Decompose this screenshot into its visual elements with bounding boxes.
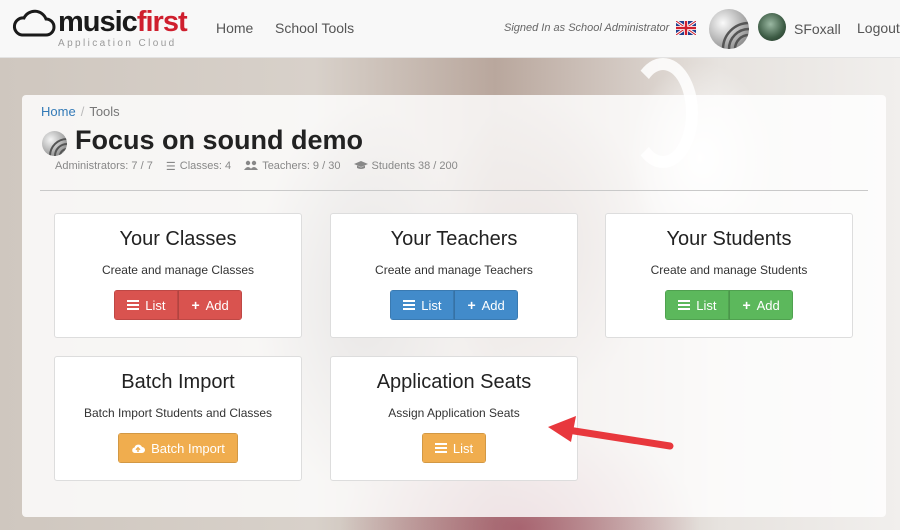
card-description: Batch Import Students and Classes [83,406,273,420]
breadcrumb: Home / Tools [41,104,120,119]
card-your-students: Your Students Create and manage Students… [605,213,853,338]
school-logo-icon [42,131,67,156]
brand-tagline: Application Cloud [58,38,177,49]
card-title: Your Classes [119,228,237,250]
card-description: Create and manage Teachers [375,263,533,277]
card-description: Create and manage Classes [101,263,255,277]
stat-classes: ☰ Classes: 4 [165,160,232,173]
users-icon [244,160,259,173]
annotation-arrow [548,416,674,450]
classes-list-button[interactable]: List [114,290,179,320]
cloud-upload-icon [132,444,146,453]
uk-flag-icon[interactable] [676,21,696,35]
page-title: Focus on sound demo [75,125,363,155]
plus-icon: + [191,297,200,313]
tools-panel: Home / Tools Focus on sound demo Administr… [22,95,886,517]
header-divider [40,190,868,191]
card-title: Application Seats [376,371,532,393]
card-batch-import: Batch Import Batch Import Students and C… [54,356,302,481]
classes-button-group: List + Add [114,290,242,320]
breadcrumb-home-link[interactable]: Home [41,104,76,119]
stat-administrators: Administrators: 7 / 7 [55,160,153,172]
seats-list-button[interactable]: List [421,433,487,463]
card-your-classes: Your Classes Create and manage Classes L… [54,213,302,338]
school-logo-avatar[interactable] [709,9,749,49]
sound-waves-icon [721,21,749,49]
card-title: Batch Import [121,371,235,393]
teachers-add-button[interactable]: + Add [454,290,518,320]
breadcrumb-current: Tools [89,104,120,119]
batch-button-group: Batch Import [118,433,238,463]
seats-button-group: List [421,433,487,463]
musicfirst-logo[interactable]: musicfirst Application Cloud [12,6,202,51]
school-stats: Administrators: 7 / 7 ☰ Classes: 4 Teache… [55,160,468,173]
stat-students: Students 38 / 200 [353,160,458,173]
classes-add-button[interactable]: + Add [178,290,242,320]
card-title: Your Students [666,228,792,250]
card-title: Your Teachers [390,228,518,250]
list-icon [127,300,140,310]
students-button-group: List + Add [665,290,793,320]
nav-home-link[interactable]: Home [216,20,253,36]
teachers-button-group: List + Add [390,290,518,320]
nav-school-tools-link[interactable]: School Tools [275,20,354,36]
cloud-logo-icon [13,9,56,37]
signed-in-status: Signed In as School Administrator [504,22,670,34]
username[interactable]: SFoxall [794,21,841,37]
graduation-cap-icon [353,160,368,173]
list-icon [403,300,416,310]
top-navbar: musicfirst Application Cloud Home School… [0,0,900,58]
card-description: Create and manage Students [650,263,808,277]
list-icon [678,300,691,310]
card-your-teachers: Your Teachers Create and manage Teachers… [330,213,578,338]
brand-name: musicfirst [58,6,188,38]
plus-icon: + [742,297,751,313]
logout-link[interactable]: Logout [857,20,900,36]
students-add-button[interactable]: + Add [729,290,793,320]
list-icon [434,443,447,453]
batch-import-button[interactable]: Batch Import [118,433,238,463]
stat-teachers: Teachers: 9 / 30 [244,160,340,173]
plus-icon: + [467,297,476,313]
user-avatar[interactable] [758,13,786,41]
list-icon: ☰ [165,161,176,173]
teachers-list-button[interactable]: List [390,290,455,320]
students-list-button[interactable]: List [665,290,730,320]
